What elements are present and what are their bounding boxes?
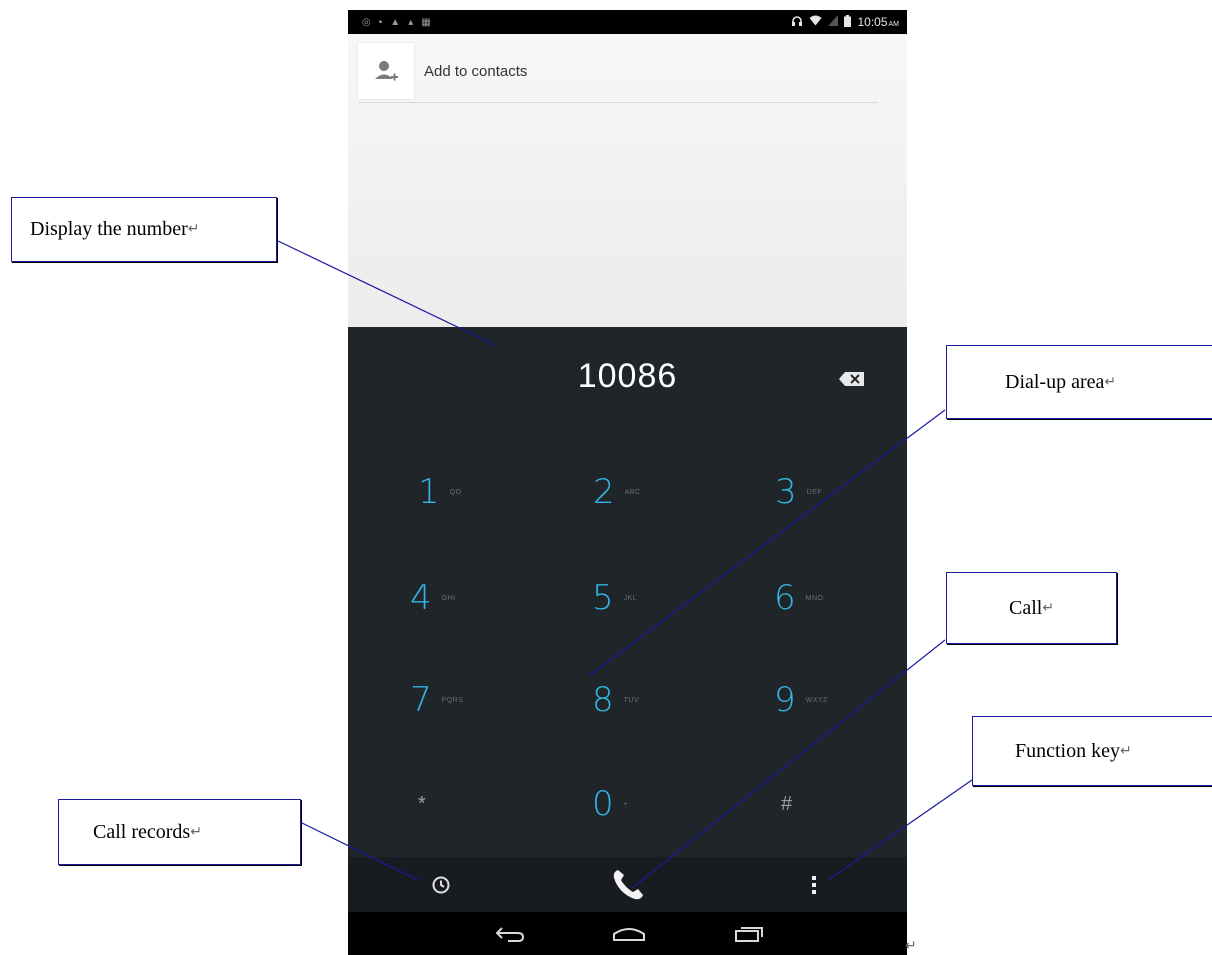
callout-function-key: Function key ↵ bbox=[972, 716, 1212, 786]
return-mark: ↵ bbox=[1042, 600, 1055, 616]
return-mark: ↵ bbox=[1120, 743, 1132, 759]
return-mark: ↵ bbox=[1104, 374, 1117, 390]
callout-call-text: Call bbox=[1009, 596, 1043, 619]
leader-line-display-number bbox=[275, 239, 496, 346]
return-mark: ↵ bbox=[187, 222, 200, 237]
leader-line-call-records bbox=[299, 821, 419, 881]
callout-display-number-text: Display the number bbox=[30, 218, 188, 240]
leader-line-dial-area bbox=[589, 409, 946, 676]
callout-function-key-text: Function key bbox=[1015, 739, 1120, 762]
callout-call: Call ↵ bbox=[946, 572, 1117, 644]
leader-line-function-key bbox=[827, 779, 973, 881]
callout-call-records-text: Call records bbox=[93, 820, 191, 843]
callout-dial-area: Dial-up area ↵ bbox=[946, 345, 1212, 419]
return-mark: ↵ bbox=[905, 937, 917, 953]
callout-dial-area-text: Dial-up area bbox=[1005, 370, 1105, 393]
callout-display-number: Display the number ↵ bbox=[11, 197, 277, 262]
return-mark: ↵ bbox=[190, 824, 202, 840]
leader-line-call bbox=[631, 639, 946, 889]
callout-call-records: Call records ↵ bbox=[58, 799, 301, 865]
